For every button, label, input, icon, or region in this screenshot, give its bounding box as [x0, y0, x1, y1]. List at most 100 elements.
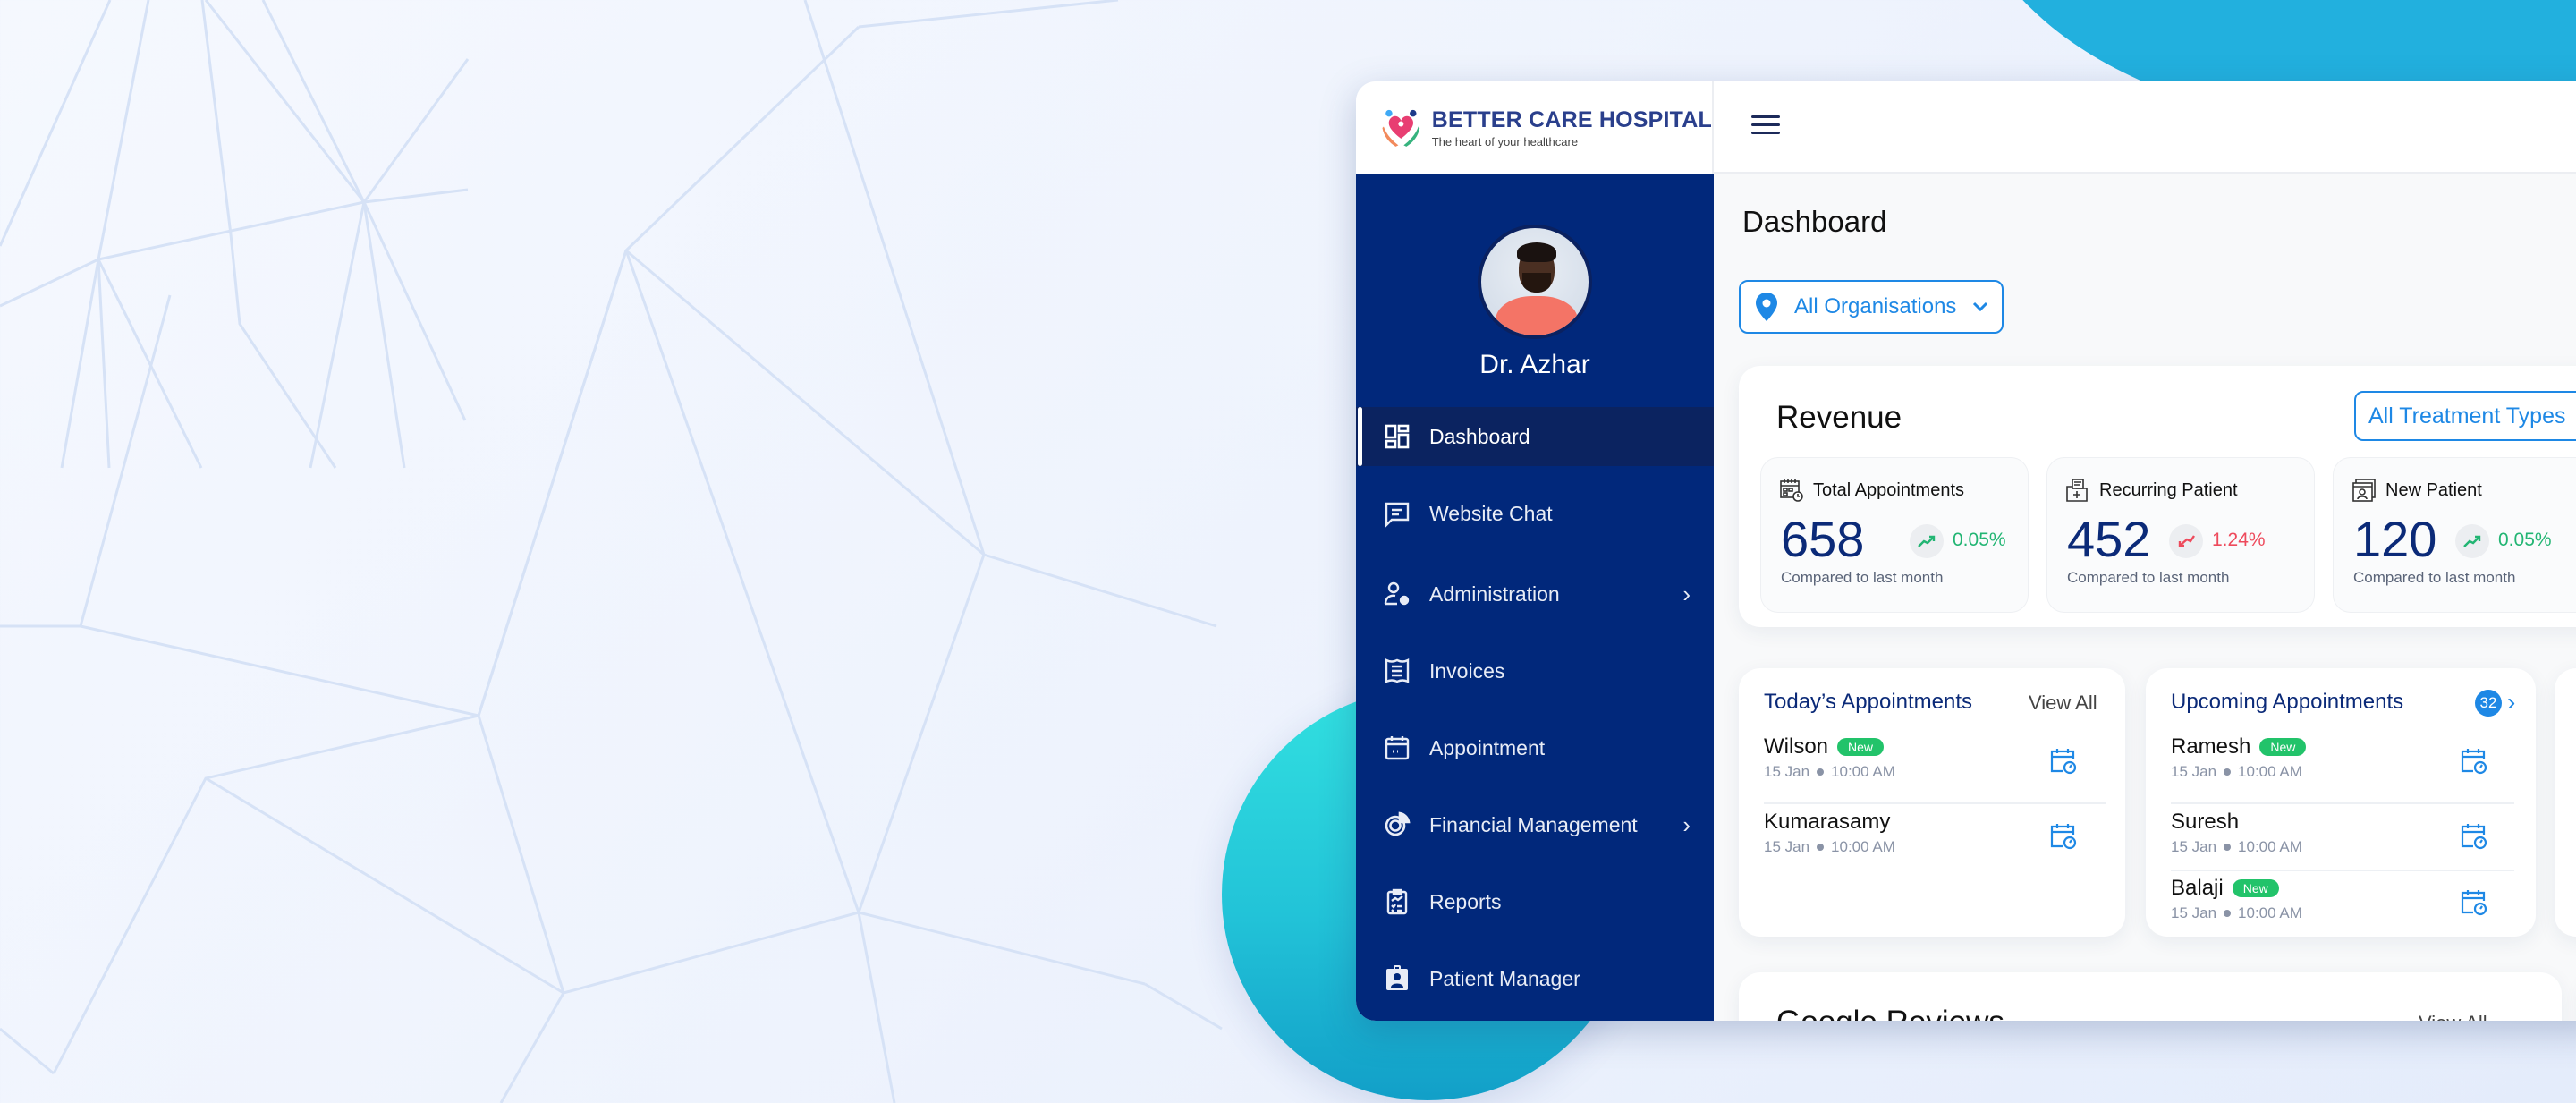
patient-name: Balaji: [2171, 876, 2224, 900]
chevron-right-icon[interactable]: ›: [2507, 688, 2515, 717]
patient-name: Wilson: [1764, 734, 1829, 759]
stat-label: Recurring Patient: [2099, 479, 2238, 500]
stat-value: 452: [2067, 511, 2151, 567]
chat-icon: [1383, 499, 1411, 528]
brand-header[interactable]: BETTER CARE HOSPITAL The heart of your h…: [1356, 81, 1714, 174]
menu-toggle-icon[interactable]: [1751, 115, 1780, 139]
todays-appointments-card: Today’s Appointments View All Wilson New …: [1739, 668, 2125, 937]
treatment-type-select[interactable]: All Treatment Types: [2354, 391, 2576, 441]
stat-change: 0.05%: [2498, 530, 2552, 550]
location-pin-icon: [1756, 293, 1777, 321]
stat-label: Total Appointments: [1813, 479, 1964, 500]
upcoming-appointments-title: Upcoming Appointments: [2171, 690, 2404, 714]
appointment-time: 10:00 AM: [1831, 838, 1895, 855]
calendar-clock-icon[interactable]: [2459, 887, 2489, 917]
stat-compare-text: Compared to last month: [2067, 569, 2230, 586]
stat-change: 0.05%: [1953, 530, 2006, 550]
brand-name: BETTER CARE HOSPITAL: [1431, 107, 1712, 132]
sidebar-item-label: Appointment: [1429, 735, 1546, 759]
view-all-link[interactable]: View All: [2029, 691, 2097, 715]
sidebar-item-reports[interactable]: Reports: [1356, 872, 1714, 931]
page-title: Dashboard: [1742, 205, 1887, 238]
stat-card-total-appointments[interactable]: Total Appointments 658 0.05% Compared to…: [1760, 457, 2029, 613]
calendar-clock-icon[interactable]: [2048, 745, 2079, 776]
calendar-icon: [1383, 734, 1411, 762]
user-name: Dr. Azhar: [1479, 350, 1590, 379]
sidebar-item-label: Website Chat: [1429, 501, 1553, 525]
dashboard-grid-icon: [1383, 422, 1411, 451]
id-badge-icon: [1383, 964, 1411, 993]
app-window: BETTER CARE HOSPITAL The heart of your h…: [1356, 81, 2576, 1021]
calendar-clock-icon: [1780, 479, 1803, 502]
stat-change: 1.24%: [2212, 530, 2266, 550]
user-gear-icon: [1383, 580, 1411, 608]
hospital-logo-icon: [1382, 109, 1420, 147]
view-all-link[interactable]: View All: [2419, 1012, 2487, 1021]
list-item[interactable]: Suresh 15 Jan 10:00 AM: [2171, 810, 2514, 878]
chevron-right-icon: ›: [1682, 580, 1690, 607]
new-badge: New: [2232, 879, 2279, 897]
google-reviews-title: Google Reviews: [1776, 1005, 2004, 1021]
trend-up-icon: [2455, 524, 2489, 558]
patient-name: Ramesh: [2171, 734, 2251, 759]
appointment-date: 15 Jan: [2171, 838, 2217, 855]
list-item[interactable]: Ramesh New 15 Jan 10:00 AM: [2171, 734, 2514, 802]
appointment-time: 10:00 AM: [2238, 838, 2302, 855]
divider: [2171, 802, 2514, 804]
sidebar-nav: Dashboard Website Chat Administration ›: [1356, 407, 1714, 1008]
sidebar-item-label: Patient Manager: [1429, 966, 1580, 990]
upcoming-appointments-card: Upcoming Appointments 32 › Ramesh New 15 …: [2146, 668, 2536, 937]
calendar-clock-icon[interactable]: [2048, 820, 2079, 851]
next-card-peek: [2555, 668, 2576, 937]
stat-compare-text: Compared to last month: [2353, 569, 2516, 586]
stat-label: New Patient: [2385, 479, 2482, 500]
appointment-time: 10:00 AM: [2238, 763, 2302, 780]
upcoming-count-badge: 32: [2475, 690, 2502, 717]
sidebar-item-patient-manager[interactable]: Patient Manager: [1356, 949, 1714, 1008]
stat-compare-text: Compared to last month: [1781, 569, 1944, 586]
sidebar-item-administration[interactable]: Administration ›: [1356, 564, 1714, 624]
stat-value: 658: [1781, 511, 1865, 567]
divider: [2171, 870, 2514, 871]
chevron-down-icon: [1973, 301, 1988, 312]
patient-card-icon: [2352, 479, 2376, 502]
treatment-type-value: All Treatment Types: [2368, 403, 2566, 428]
appointment-date: 15 Jan: [1764, 838, 1810, 855]
list-item[interactable]: Wilson New 15 Jan 10:00 AM: [1764, 734, 2104, 802]
organisation-select[interactable]: All Organisations: [1739, 280, 2004, 334]
appointment-date: 15 Jan: [1764, 763, 1810, 780]
stat-value: 120: [2353, 511, 2437, 567]
organisation-select-value: All Organisations: [1794, 294, 1957, 318]
patient-name: Kumarasamy: [1764, 810, 1891, 834]
finance-chart-icon: [1383, 810, 1411, 839]
google-reviews-card: Google Reviews View All: [1739, 972, 2562, 1021]
patient-name: Suresh: [2171, 810, 2240, 834]
list-item[interactable]: Balaji New 15 Jan 10:00 AM: [2171, 876, 2514, 944]
calendar-clock-icon[interactable]: [2459, 745, 2489, 776]
appointment-date: 15 Jan: [2171, 904, 2217, 921]
receipt-icon: [1383, 657, 1411, 685]
sidebar-item-financial-management[interactable]: Financial Management ›: [1356, 795, 1714, 854]
stat-card-new-patient[interactable]: New Patient 120 0.05% Compared to last m…: [2333, 457, 2576, 613]
appointment-time: 10:00 AM: [2238, 904, 2302, 921]
chevron-right-icon: ›: [1682, 810, 1690, 838]
calendar-clock-icon[interactable]: [2459, 820, 2489, 851]
sidebar-item-label: Financial Management: [1429, 812, 1638, 836]
sidebar-item-website-chat[interactable]: Website Chat: [1356, 484, 1714, 543]
revenue-title: Revenue: [1776, 400, 1902, 435]
sidebar-item-appointment[interactable]: Appointment: [1356, 718, 1714, 777]
sidebar-item-invoices[interactable]: Invoices: [1356, 641, 1714, 700]
list-item[interactable]: Kumarasamy 15 Jan 10:00 AM: [1764, 810, 2104, 878]
avatar[interactable]: [1478, 225, 1592, 339]
brand-tagline: The heart of your healthcare: [1431, 135, 1579, 148]
divider: [1764, 802, 2106, 804]
new-badge: New: [2259, 738, 2307, 756]
sidebar-item-label: Administration: [1429, 581, 1560, 606]
stat-card-recurring-patient[interactable]: Recurring Patient 452 1.24% Compared to …: [2046, 457, 2315, 613]
sidebar-item-label: Invoices: [1429, 658, 1505, 683]
top-bar: [1714, 81, 2576, 174]
trend-up-icon: [1910, 524, 1944, 558]
sidebar-item-dashboard[interactable]: Dashboard: [1356, 407, 1714, 466]
appointment-time: 10:00 AM: [1831, 763, 1895, 780]
sidebar: Dr. Azhar Dashboard Website Chat Adminis…: [1356, 174, 1714, 1021]
